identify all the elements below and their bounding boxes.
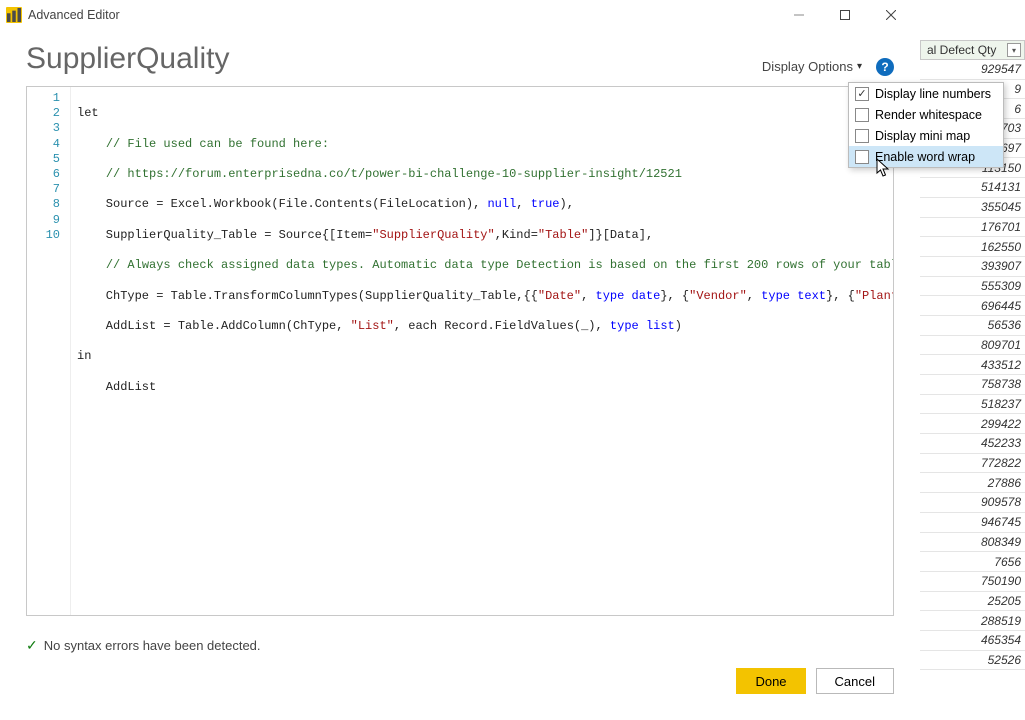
line-number: 4 (27, 137, 60, 152)
data-cell[interactable]: 758738 (920, 375, 1025, 395)
line-number: 10 (27, 228, 60, 243)
data-cell[interactable]: 25205 (920, 592, 1025, 612)
maximize-button[interactable] (822, 0, 868, 30)
data-cell[interactable]: 299422 (920, 414, 1025, 434)
minimize-button[interactable] (776, 0, 822, 30)
data-cell[interactable]: 7656 (920, 552, 1025, 572)
line-number: 3 (27, 121, 60, 136)
data-cell[interactable]: 514131 (920, 178, 1025, 198)
display-options-menu[interactable]: ✓ Display line numbers Render whitespace Di… (848, 82, 1004, 168)
line-number-gutter: 12345678910 (27, 87, 71, 615)
display-options-item-label: Enable word wrap (875, 150, 975, 164)
data-cell[interactable]: 929547 (920, 60, 1025, 80)
line-number: 5 (27, 152, 60, 167)
cancel-button[interactable]: Cancel (816, 668, 894, 694)
data-cell[interactable]: 750190 (920, 572, 1025, 592)
line-number: 7 (27, 182, 60, 197)
data-cell[interactable]: 518237 (920, 395, 1025, 415)
display-options-item[interactable]: Enable word wrap (849, 146, 1003, 167)
data-cell[interactable]: 162550 (920, 237, 1025, 257)
display-options-item[interactable]: Render whitespace (849, 104, 1003, 125)
advanced-editor-window: Advanced Editor SupplierQuality Display … (0, 0, 920, 718)
header-row: SupplierQuality Display Options ? (0, 30, 920, 80)
data-cell[interactable]: 465354 (920, 631, 1025, 651)
checkbox-icon[interactable] (855, 150, 869, 164)
data-cell[interactable]: 176701 (920, 218, 1025, 238)
line-number: 6 (27, 167, 60, 182)
display-options-item-label: Display line numbers (875, 87, 991, 101)
data-cell[interactable]: 56536 (920, 316, 1025, 336)
data-cell[interactable]: 452233 (920, 434, 1025, 454)
app-icon (6, 7, 22, 23)
data-cell[interactable]: 52526 (920, 651, 1025, 671)
status-bar: ✓ No syntax errors have been detected. (26, 637, 261, 654)
code-content[interactable]: let // File used can be found here: // h… (71, 87, 893, 615)
window-title: Advanced Editor (28, 8, 776, 22)
query-name: SupplierQuality (26, 42, 756, 76)
data-cell[interactable]: 555309 (920, 277, 1025, 297)
help-button[interactable]: ? (876, 58, 894, 76)
data-cell[interactable]: 909578 (920, 493, 1025, 513)
data-cell[interactable]: 393907 (920, 257, 1025, 277)
status-message: No syntax errors have been detected. (44, 638, 261, 653)
column-filter-dropdown-icon[interactable]: ▾ (1007, 43, 1021, 57)
display-options-item[interactable]: ✓ Display line numbers (849, 83, 1003, 104)
checkbox-icon[interactable] (855, 108, 869, 122)
data-cell[interactable]: 772822 (920, 454, 1025, 474)
data-cell[interactable]: 808349 (920, 533, 1025, 553)
data-cell[interactable]: 809701 (920, 336, 1025, 356)
data-column-header-label: al Defect Qty (927, 43, 996, 57)
display-options-item-label: Render whitespace (875, 108, 982, 122)
data-cell[interactable]: 27886 (920, 473, 1025, 493)
data-cell[interactable]: 288519 (920, 611, 1025, 631)
checkbox-icon[interactable] (855, 129, 869, 143)
display-options-button[interactable]: Display Options (756, 57, 868, 76)
close-button[interactable] (868, 0, 914, 30)
data-cell[interactable]: 946745 (920, 513, 1025, 533)
line-number: 2 (27, 106, 60, 121)
check-icon: ✓ (26, 637, 38, 654)
checkbox-icon[interactable]: ✓ (855, 87, 869, 101)
code-editor[interactable]: 12345678910 let // File used can be foun… (26, 86, 894, 616)
display-options-item[interactable]: Display mini map (849, 125, 1003, 146)
done-button[interactable]: Done (736, 668, 805, 694)
data-cell[interactable]: 696445 (920, 296, 1025, 316)
line-number: 8 (27, 197, 60, 212)
data-cell[interactable]: 355045 (920, 198, 1025, 218)
footer: Done Cancel (736, 668, 894, 694)
data-column-header[interactable]: al Defect Qty ▾ (920, 40, 1025, 60)
line-number: 1 (27, 91, 60, 106)
data-cell[interactable]: 433512 (920, 355, 1025, 375)
display-options-item-label: Display mini map (875, 129, 970, 143)
titlebar: Advanced Editor (0, 0, 920, 30)
line-number: 9 (27, 213, 60, 228)
